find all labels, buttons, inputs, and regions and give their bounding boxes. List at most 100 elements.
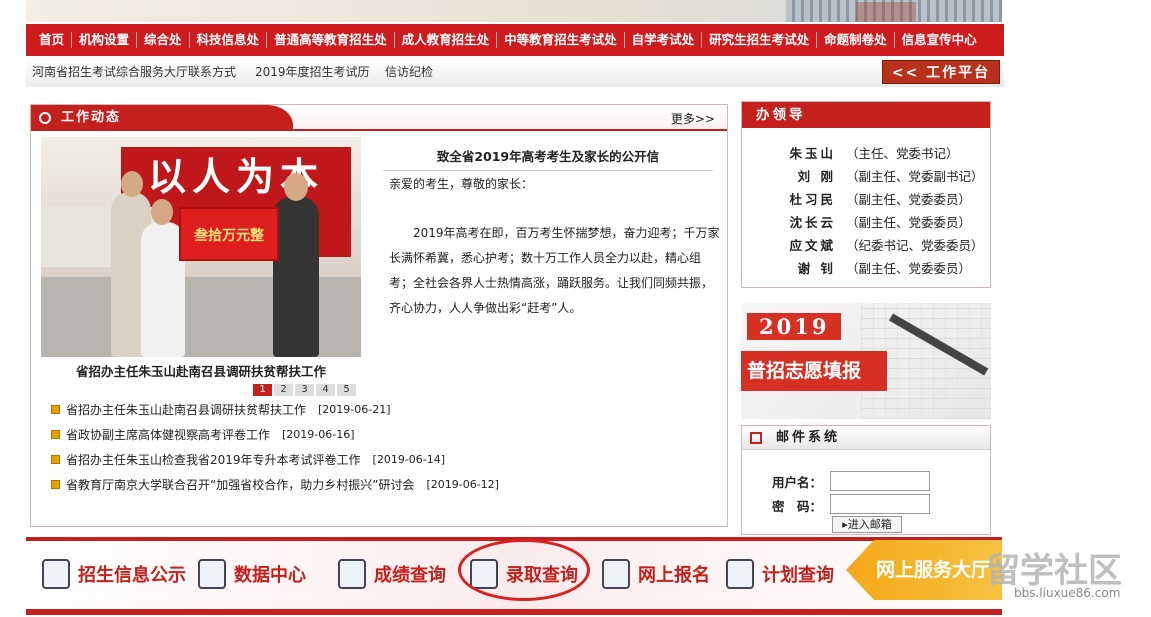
nav-organization[interactable]: 机构设置 (72, 32, 138, 48)
photo-pager: 1 2 3 4 5 (253, 384, 356, 396)
photo-caption[interactable]: 省招办主任朱玉山赴南召县调研扶贫帮扶工作 (41, 361, 361, 380)
mail-login-panel: 邮件系统 用户名： 密 码： ▸进入邮箱 (741, 425, 991, 535)
news-date: [2019-06-16] (282, 428, 355, 441)
news-date: [2019-06-21] (318, 403, 391, 416)
watermark-logo: 留学社区 (986, 551, 1122, 591)
nav-self-study[interactable]: 自学考试处 (625, 32, 703, 48)
leader-role: （纪委书记、党委委员） (846, 238, 984, 253)
username-input[interactable] (830, 471, 930, 491)
bottom-rule (26, 609, 1002, 615)
nav-tech-info[interactable]: 科技信息处 (190, 32, 268, 48)
file-icon (726, 559, 754, 589)
online-service-hall-button[interactable]: 网上服务大厅 (846, 540, 1002, 600)
news-panel-header: 工作动态 更多>> (31, 105, 727, 131)
sublink-contact[interactable]: 河南省招生考试综合服务大厅联系方式 (32, 63, 236, 80)
leader-row: 沈长云 （副主任、党委委员） (742, 211, 990, 234)
enter-mail-button[interactable]: ▸进入邮箱 (832, 516, 902, 533)
leader-role: （副主任、党委委员） (846, 215, 972, 230)
service-label: 数据中心 (234, 565, 306, 586)
person-head (121, 171, 143, 197)
pager-2[interactable]: 2 (274, 384, 293, 396)
leader-name[interactable]: 杜习民 (742, 188, 846, 211)
pencil-icon (602, 559, 630, 589)
letter-line: 2019年高考在即，百万考生怀揣梦想，奋力迎考；千万家 (413, 226, 720, 240)
nav-higher-ed[interactable]: 普通高等教育招生处 (267, 32, 395, 48)
leader-name[interactable]: 应文斌 (742, 234, 846, 257)
letter-greeting: 亲爱的考生，尊敬的家长： (389, 177, 534, 191)
watermark-url: bbs.liuxue86.com (1014, 586, 1121, 600)
nav-exam-paper[interactable]: 命题制卷处 (817, 32, 895, 48)
leader-role: （副主任、党委副书记） (846, 169, 984, 184)
person-head (284, 173, 308, 201)
news-item[interactable]: 省招办主任朱玉山赴南召县调研扶贫帮扶工作 [2019-06-21] (51, 397, 711, 422)
news-text: 省招办主任朱玉山检查我省2019年专升本考试评卷工作 (66, 453, 361, 467)
news-photo[interactable]: 以人为本 叁拾万元整 (41, 137, 361, 357)
more-link[interactable]: 更多>> (671, 110, 715, 127)
pager-3[interactable]: 3 (295, 384, 314, 396)
pager-1[interactable]: 1 (253, 384, 272, 396)
pager-5[interactable]: 5 (337, 384, 356, 396)
news-item[interactable]: 省教育厅南京大学联合召开“加强省校合作，助力乡村振兴”研讨会 [2019-06-1… (51, 472, 711, 497)
sublink-petition[interactable]: 信访纪检 (385, 63, 433, 80)
password-input[interactable] (830, 494, 930, 514)
letter-title[interactable]: 致全省2019年高考考生及家长的公开信 (383, 146, 713, 171)
service-score-query[interactable]: 成绩查询 (338, 559, 446, 589)
service-plan-query[interactable]: 计划查询 (726, 559, 834, 589)
bullet-icon (51, 455, 60, 464)
service-label: 网上报名 (638, 565, 710, 586)
news-text: 省政协副主席高体健视察高考评卷工作 (66, 428, 271, 442)
database-icon (198, 559, 226, 589)
pen-paper-icon (42, 559, 70, 589)
news-panel-title: 工作动态 (61, 110, 122, 125)
news-item[interactable]: 省政协副主席高体健视察高考评卷工作 [2019-06-16] (51, 422, 711, 447)
news-panel-title-tab: 工作动态 (31, 105, 293, 131)
news-item[interactable]: 省招办主任朱玉山检查我省2019年专升本考试评卷工作 [2019-06-14] (51, 447, 711, 472)
ad-year: 2019 (747, 313, 842, 340)
service-label: 计划查询 (762, 565, 834, 586)
leader-name[interactable]: 朱玉山 (742, 142, 846, 165)
mail-title: 邮件系统 (742, 426, 990, 450)
leaders-list: 朱玉山 （主任、党委书记） 刘 刚（副主任、党委副书记） 杜习民 （副主任、党委委员… (742, 128, 990, 280)
mail-box-icon (750, 432, 762, 444)
service-data-center[interactable]: 数据中心 (198, 559, 306, 589)
nav-general-office[interactable]: 综合处 (137, 32, 190, 48)
pager-4[interactable]: 4 (316, 384, 335, 396)
leaders-title: 办领导 (742, 102, 990, 128)
sublink-calendar[interactable]: 2019年度招生考试历 (255, 63, 370, 80)
news-panel: 工作动态 更多>> 以人为本 叁拾万元整 省招办主任朱玉山赴南召县调研扶贫帮扶工… (30, 104, 728, 527)
service-admission-publicity[interactable]: 招生信息公示 (42, 559, 186, 589)
header-building-image (786, 0, 1002, 22)
nav-graduate[interactable]: 研究生招生考试处 (702, 32, 818, 48)
letter-line: 考；全社会各界人士热情高涨，踊跃服务。让我们同频共振， (389, 276, 714, 290)
news-text: 省教育厅南京大学联合召开“加强省校合作，助力乡村振兴”研讨会 (66, 478, 415, 492)
nav-adult-ed[interactable]: 成人教育招生处 (395, 32, 498, 48)
leader-row: 谢 钊（副主任、党委委员） (742, 257, 990, 280)
person-figure (273, 197, 319, 357)
nav-secondary-ed[interactable]: 中等教育招生考试处 (497, 32, 625, 48)
volunteer-ad-banner[interactable]: 2019 普招志愿填报 (741, 303, 991, 419)
bullet-icon (51, 405, 60, 414)
leader-name[interactable]: 谢 钊 (742, 257, 846, 280)
leader-row: 应文斌 （纪委书记、党委委员） (742, 234, 990, 257)
leader-name[interactable]: 刘 刚 (742, 165, 846, 188)
service-online-registration[interactable]: 网上报名 (602, 559, 710, 589)
nav-home[interactable]: 首页 (32, 32, 73, 48)
nav-info-center[interactable]: 信息宣传中心 (895, 32, 984, 48)
leader-role: （副主任、党委委员） (846, 192, 972, 207)
main-nav: 首页 机构设置 综合处 科技信息处 普通高等教育招生处 成人教育招生处 中等教育… (26, 24, 1004, 56)
leader-row: 刘 刚（副主任、党委副书记） (742, 165, 990, 188)
bullet-icon (51, 480, 60, 489)
password-label: 密 码： (772, 499, 823, 514)
leader-row: 朱玉山 （主任、党委书记） (742, 142, 990, 165)
leader-role: （主任、党委书记） (846, 146, 959, 161)
sub-link-bar: 河南省招生考试综合服务大厅联系方式 2019年度招生考试历 信访纪检 (26, 57, 1004, 87)
leader-row: 杜习民 （副主任、党委委员） (742, 188, 990, 211)
bullet-icon (51, 430, 60, 439)
leader-name[interactable]: 沈长云 (742, 211, 846, 234)
highlight-circle (458, 539, 590, 601)
work-platform-button[interactable]: << 工作平台 (882, 60, 1000, 84)
news-list: 省招办主任朱玉山赴南召县调研扶贫帮扶工作 [2019-06-21] 省政协副主席高… (51, 397, 711, 497)
mail-title-text: 邮件系统 (776, 430, 841, 445)
news-date: [2019-06-12] (426, 478, 499, 491)
donation-banner: 叁拾万元整 (179, 207, 279, 261)
